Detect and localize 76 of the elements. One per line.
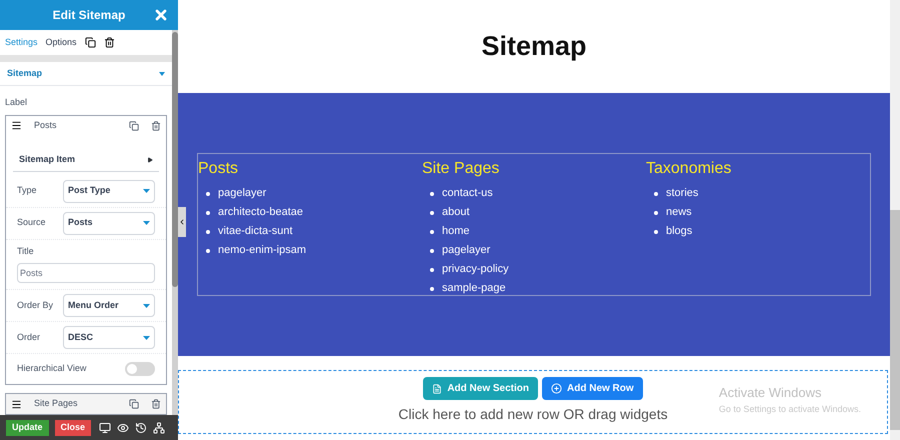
trash-icon[interactable] xyxy=(151,120,161,130)
close-icon[interactable] xyxy=(153,7,169,23)
bullet-icon xyxy=(430,230,434,234)
sitemap-link[interactable]: pagelayer xyxy=(442,242,490,259)
trash-icon[interactable] xyxy=(104,37,115,48)
copy-icon[interactable] xyxy=(129,399,139,409)
copy-icon[interactable] xyxy=(129,120,139,130)
sitemap-link[interactable]: sample-page xyxy=(442,280,506,297)
bullet-icon xyxy=(430,210,434,214)
bullet-icon xyxy=(654,230,658,234)
sitemap-link[interactable]: pagelayer xyxy=(218,185,266,202)
caret-icon xyxy=(143,189,150,193)
bullet-icon xyxy=(430,268,434,272)
toggle-switch[interactable] xyxy=(125,362,155,376)
bullet-icon xyxy=(430,248,434,252)
desktop-icon[interactable] xyxy=(99,422,112,434)
trash-icon[interactable] xyxy=(151,399,161,409)
caret-icon xyxy=(143,221,150,225)
sitemap-link[interactable]: architecto-beatae xyxy=(218,204,303,221)
group-header[interactable]: Sitemap Item xyxy=(13,150,159,172)
field-label: Type xyxy=(17,184,37,198)
copy-icon[interactable] xyxy=(84,37,96,48)
select-field[interactable]: Posts xyxy=(63,212,155,234)
close-button[interactable]: Close xyxy=(54,420,92,436)
label-heading: Label xyxy=(4,96,28,109)
bullet-icon xyxy=(430,286,434,290)
collapse-handle[interactable] xyxy=(178,207,186,237)
chevron-left-icon xyxy=(178,218,186,226)
sitemap-link[interactable]: contact-us xyxy=(442,185,493,202)
item-header[interactable]: Posts xyxy=(6,116,166,136)
sitemap-link[interactable]: about xyxy=(442,204,470,221)
column-heading: Site Pages xyxy=(422,159,500,179)
caret-icon xyxy=(143,336,150,340)
field-label: Order By xyxy=(17,298,54,312)
bullet-icon xyxy=(206,248,210,252)
eye-icon[interactable] xyxy=(117,422,130,434)
sitemap-link[interactable]: stories xyxy=(666,185,698,202)
sitemap-link[interactable]: home xyxy=(442,223,470,240)
sitemap-link[interactable]: privacy-policy xyxy=(442,261,509,278)
sitemap-icon[interactable] xyxy=(153,422,166,434)
drag-handle-icon[interactable] xyxy=(11,120,22,131)
input-field[interactable]: Posts xyxy=(17,263,155,283)
drop-hint: Click here to add new row OR drag widgets xyxy=(398,405,668,424)
triangle-icon xyxy=(147,157,153,163)
column-heading: Posts xyxy=(198,159,240,179)
bullet-icon xyxy=(206,210,210,214)
bullet-icon xyxy=(654,192,658,196)
column-heading: Taxonomies xyxy=(646,159,732,179)
history-icon[interactable] xyxy=(135,422,148,434)
plus-icon xyxy=(551,383,562,394)
panel-tab[interactable]: Options xyxy=(46,36,77,50)
select-field[interactable]: DESC xyxy=(63,326,155,349)
bullet-icon xyxy=(206,192,210,196)
sitemap-link[interactable]: blogs xyxy=(666,223,692,240)
bullet-icon xyxy=(206,230,210,234)
select-field[interactable]: Post Type xyxy=(63,180,155,202)
select-field[interactable]: Menu Order xyxy=(63,294,155,317)
add-row-button[interactable]: Add New Row xyxy=(542,377,643,400)
sitemap-link[interactable]: nemo-enim-ipsam xyxy=(218,242,306,259)
page-title: Sitemap xyxy=(481,30,587,64)
field-label: Order xyxy=(17,330,40,344)
caret-icon xyxy=(143,304,150,308)
item-header[interactable]: Site Pages xyxy=(6,394,166,414)
field-label: Hierarchical View xyxy=(17,362,86,376)
bullet-icon xyxy=(654,210,658,214)
panel-tab[interactable]: Settings xyxy=(5,36,38,50)
bullet-icon xyxy=(430,192,434,196)
sitemap-link[interactable]: vitae-dicta-sunt xyxy=(218,223,293,240)
document-icon xyxy=(432,384,442,394)
panel-header: Edit Sitemap xyxy=(0,0,178,30)
field-label: Source xyxy=(17,216,46,230)
drag-handle-icon[interactable] xyxy=(11,398,22,410)
activation-title: Activate Windows xyxy=(718,384,823,402)
caret-icon xyxy=(159,72,165,76)
field-label: Title xyxy=(17,244,35,258)
sitemap-link[interactable]: news xyxy=(666,204,692,221)
